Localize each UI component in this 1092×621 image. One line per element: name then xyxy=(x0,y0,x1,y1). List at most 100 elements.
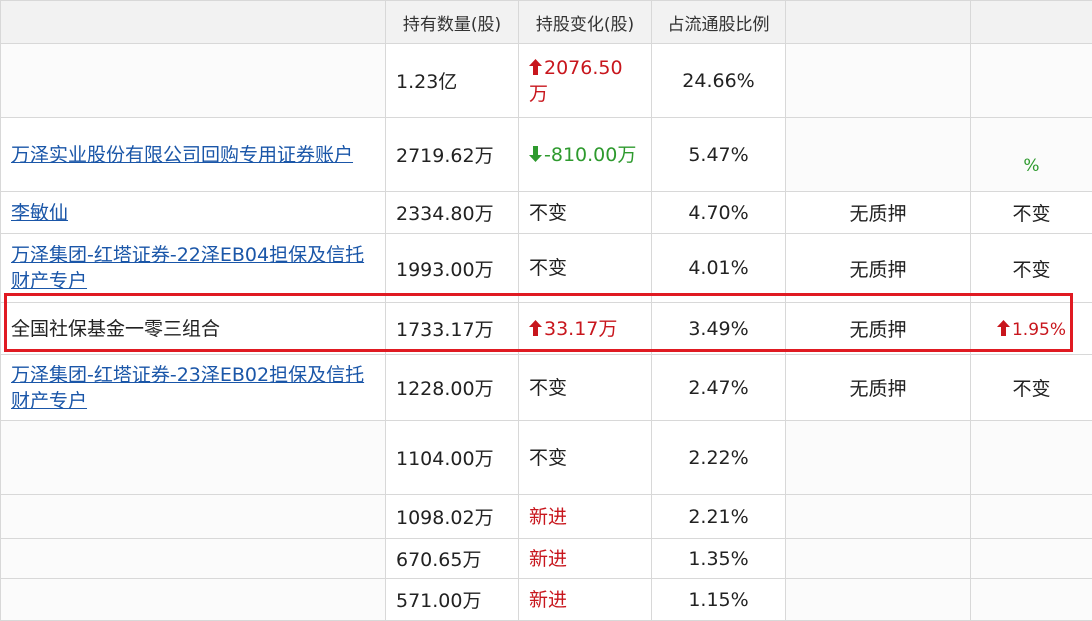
ratio-cell: 1.15% xyxy=(651,578,786,621)
ratio-value: 2.21% xyxy=(688,505,749,528)
holder-name-cell[interactable]: 万泽集团-红塔证券-23泽EB02担保及信托财产专户 xyxy=(0,354,386,421)
pledge-value: 无质押 xyxy=(849,319,907,341)
table-row: 万泽实业股份有限公司回购专用证券账户 2719.62万 -810.00万 5.47%% xyxy=(0,117,1092,192)
pledge-value: 无质押 xyxy=(849,378,907,400)
header-shares[interactable]: 持有数量(股) xyxy=(385,0,519,44)
holder-name-link[interactable]: 万泽集团-红塔证券-23泽EB02担保及信托财产专户 xyxy=(11,364,364,412)
change-value: 新进 xyxy=(529,588,568,611)
pledge-cell xyxy=(785,578,971,621)
trend-value: 不变 xyxy=(1012,203,1051,225)
pledge-value: 无质押 xyxy=(849,203,907,225)
trend-value: 不变 xyxy=(1012,378,1051,400)
change-value: 新进 xyxy=(529,547,568,570)
header-pledge xyxy=(785,0,971,44)
pledge-value: 无质押 xyxy=(849,258,907,281)
change-value: 不变 xyxy=(529,376,568,399)
shares-value: 1993.00万 xyxy=(396,258,494,281)
shares-cell: 2334.80万 xyxy=(385,191,519,234)
header-holder xyxy=(0,0,386,44)
ratio-cell: 4.70% xyxy=(651,191,786,234)
shares-value: 2334.80万 xyxy=(396,203,494,225)
change-cell: 2076.50万 xyxy=(518,43,652,118)
shares-value: 1.23亿 xyxy=(396,71,458,93)
arrow-up-icon xyxy=(529,319,542,336)
trend-cell xyxy=(970,494,1092,539)
trend-cell xyxy=(970,43,1092,118)
holder-name-cell: 全国社保基金一零三组合 xyxy=(0,302,386,355)
trend-value: 不变 xyxy=(1012,258,1051,281)
holder-name-cell xyxy=(0,578,386,621)
shares-value: 1104.00万 xyxy=(396,448,494,470)
trend-cell: % xyxy=(970,117,1092,192)
pledge-cell xyxy=(785,494,971,539)
table-row: 万泽集团-红塔证券-22泽EB04担保及信托财产专户 1993.00万 不变 4.01… xyxy=(0,233,1092,303)
pledge-cell xyxy=(785,538,971,579)
holder-name-link[interactable]: 万泽集团-红塔证券-22泽EB04担保及信托财产专户 xyxy=(11,244,364,292)
holder-name-cell xyxy=(0,494,386,539)
holder-name-cell[interactable]: 李敏仙 xyxy=(0,191,386,234)
table-row: 1104.00万 不变 2.22% xyxy=(0,420,1092,495)
trend-cell xyxy=(970,578,1092,621)
change-cell: -810.00万 xyxy=(518,117,652,192)
trend-value: 1.95% xyxy=(1011,319,1066,340)
holder-name-cell[interactable]: 万泽集团-红塔证券-22泽EB04担保及信托财产专户 xyxy=(0,233,386,303)
holder-name-link[interactable]: 李敏仙 xyxy=(11,202,68,224)
shares-value: 1098.02万 xyxy=(396,507,494,529)
change-value: 新进 xyxy=(529,505,568,528)
change-cell: 33.17万 xyxy=(518,302,652,355)
change-cell: 不变 xyxy=(518,233,652,303)
trend-cell: 1.95% xyxy=(970,302,1092,355)
shares-value: 2719.62万 xyxy=(396,145,494,167)
table-row: 571.00万 新进 1.15% xyxy=(0,578,1092,621)
ratio-value: 2.22% xyxy=(688,446,749,469)
pledge-cell xyxy=(785,43,971,118)
shares-cell: 670.65万 xyxy=(385,538,519,579)
change-value: 33.17万 xyxy=(544,317,618,340)
ratio-cell: 2.21% xyxy=(651,494,786,539)
trend-cell xyxy=(970,538,1092,579)
ratio-value: 5.47% xyxy=(688,143,749,166)
holder-name-link[interactable]: 万泽实业股份有限公司回购专用证券账户 xyxy=(11,144,353,166)
ratio-cell: 2.22% xyxy=(651,420,786,495)
header-change[interactable]: 持股变化(股) xyxy=(518,0,652,44)
trend-cell: 不变 xyxy=(970,191,1092,234)
change-cell: 新进 xyxy=(518,538,652,579)
holder-name: 全国社保基金一零三组合 xyxy=(11,317,221,340)
trend-value: % xyxy=(1023,155,1040,176)
ratio-cell: 24.66% xyxy=(651,43,786,118)
table-row: 1.23亿 2076.50万 24.66% xyxy=(0,43,1092,118)
arrow-up-icon xyxy=(996,319,1010,336)
table-row: 1098.02万 新进 2.21% xyxy=(0,494,1092,539)
ratio-value: 4.70% xyxy=(688,201,749,224)
arrow-up-icon xyxy=(529,58,542,75)
pledge-cell: 无质押 xyxy=(785,233,971,303)
ratio-value: 1.15% xyxy=(688,588,749,611)
header-ratio[interactable]: 占流通股比例 xyxy=(651,0,786,44)
shares-cell: 1228.00万 xyxy=(385,354,519,421)
holder-name-cell xyxy=(0,420,386,495)
ratio-cell: 5.47% xyxy=(651,117,786,192)
shares-cell: 571.00万 xyxy=(385,578,519,621)
ratio-cell: 2.47% xyxy=(651,354,786,421)
change-value: 2076.50万 xyxy=(529,56,623,105)
ratio-cell: 3.49% xyxy=(651,302,786,355)
ratio-value: 24.66% xyxy=(682,69,755,92)
shares-value: 670.65万 xyxy=(396,549,482,571)
trend-cell xyxy=(970,420,1092,495)
pledge-cell: 无质押 xyxy=(785,191,971,234)
shares-cell: 1733.17万 xyxy=(385,302,519,355)
table-row: 全国社保基金一零三组合 1733.17万 33.17万 3.49% 无质押 1.95% xyxy=(0,302,1092,355)
ratio-cell: 4.01% xyxy=(651,233,786,303)
holder-name-cell xyxy=(0,538,386,579)
trend-cell: 不变 xyxy=(970,233,1092,303)
table-row: 李敏仙 2334.80万 不变 4.70% 无质押 不变 xyxy=(0,191,1092,234)
holder-name-cell xyxy=(0,43,386,118)
shareholders-table: 持有数量(股) 持股变化(股) 占流通股比例 1.23亿 2076.50万 24.6… xyxy=(0,0,1092,621)
pledge-cell xyxy=(785,420,971,495)
table-header-row: 持有数量(股) 持股变化(股) 占流通股比例 xyxy=(0,0,1092,44)
shares-value: 571.00万 xyxy=(396,590,482,612)
holder-name-cell[interactable]: 万泽实业股份有限公司回购专用证券账户 xyxy=(0,117,386,192)
table-row: 670.65万 新进 1.35% xyxy=(0,538,1092,579)
table-body: 1.23亿 2076.50万 24.66% 万泽实业股份有限公司回购专用证券账户 271… xyxy=(0,43,1092,621)
ratio-cell: 1.35% xyxy=(651,538,786,579)
